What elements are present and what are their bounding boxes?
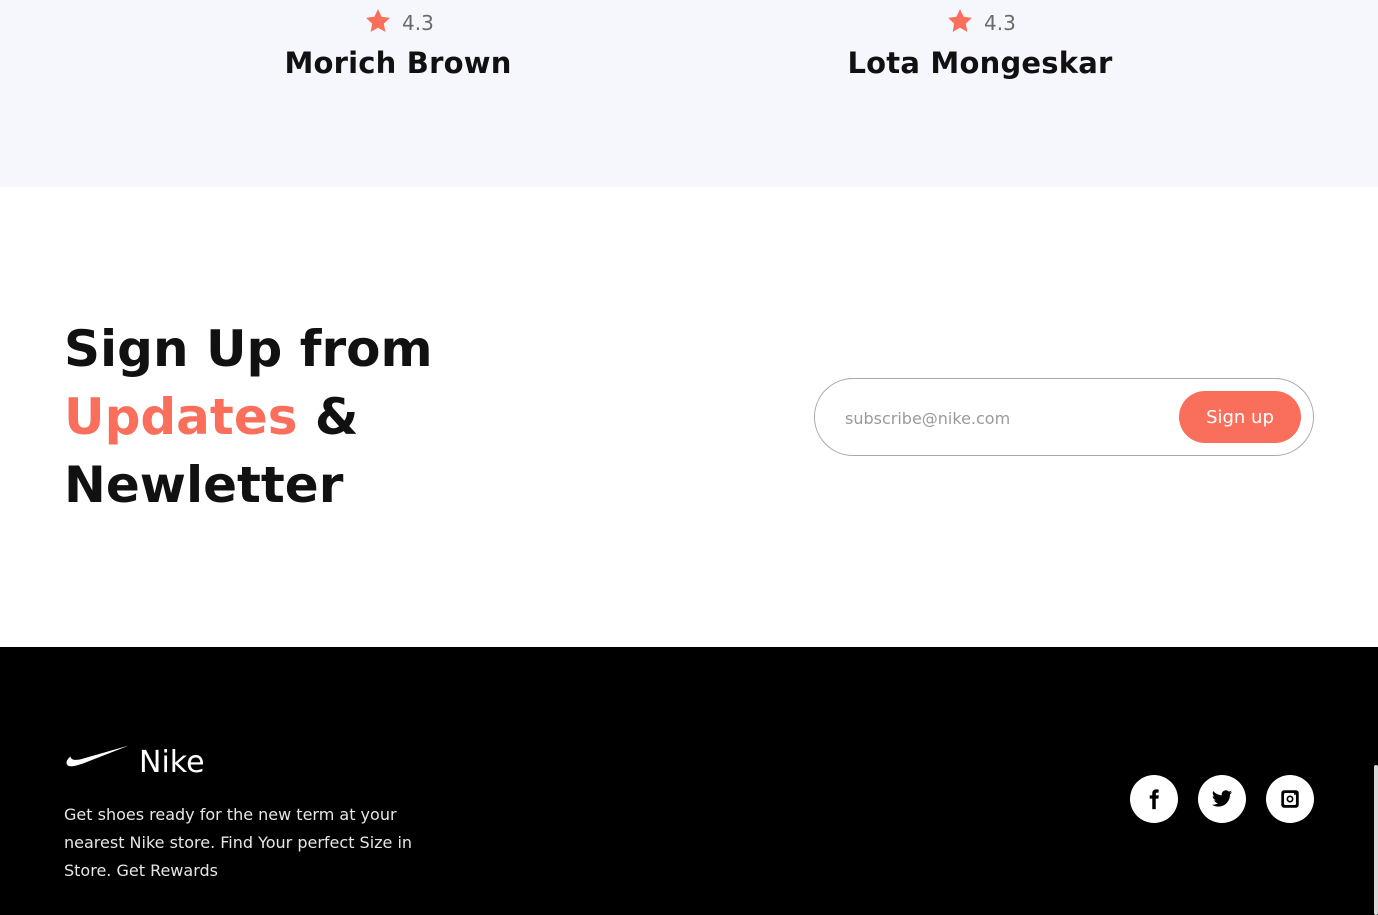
heading-line: Newletter <box>64 456 344 514</box>
email-field[interactable] <box>845 401 1165 435</box>
brand-name: Nike <box>139 745 205 780</box>
star-icon <box>366 9 390 32</box>
newsletter-heading: Sign Up from Updates & Newletter <box>64 315 624 519</box>
reviewer-name: Lota Mongeskar <box>847 46 1113 80</box>
rating-value: 4.3 <box>402 11 434 35</box>
rating-value: 4.3 <box>984 11 1016 35</box>
reviewer-name: Morich Brown <box>284 46 512 80</box>
reviews-section: 4.3 Morich Brown 4.3 Lota Mongeskar <box>0 0 1378 187</box>
nike-swoosh-icon <box>66 745 129 767</box>
heading-accent: Updates <box>64 388 298 446</box>
twitter-link[interactable] <box>1198 775 1246 823</box>
footer-description: Get shoes ready for the new term at your… <box>64 805 413 880</box>
heading-amp: & <box>297 388 359 446</box>
newsletter-section: Sign Up from Updates & Newletter Sign up <box>0 187 1378 647</box>
subscribe-form: Sign up <box>814 378 1314 456</box>
rating: 4.3 <box>780 7 1180 37</box>
rating: 4.3 <box>198 7 598 37</box>
facebook-icon <box>1149 789 1159 810</box>
footer: Nike Get shoes ready for the new term at… <box>0 647 1378 915</box>
twitter-icon <box>1211 790 1233 807</box>
sign-up-button[interactable]: Sign up <box>1179 391 1301 443</box>
heading-line: Sign Up from <box>64 320 433 378</box>
star-icon <box>948 9 972 32</box>
scrollbar[interactable] <box>1374 765 1378 915</box>
instagram-link[interactable] <box>1266 775 1314 823</box>
facebook-link[interactable] <box>1130 775 1178 823</box>
instagram-icon <box>1281 790 1299 808</box>
